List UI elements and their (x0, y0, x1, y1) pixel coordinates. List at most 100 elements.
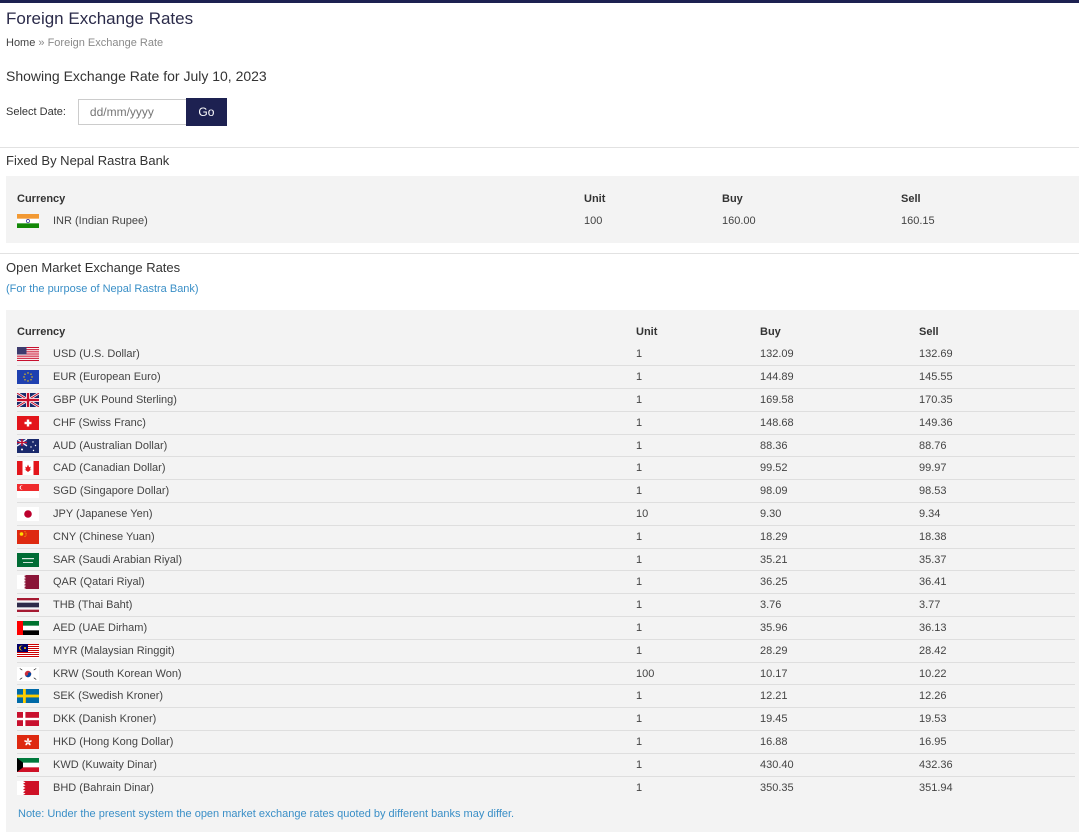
go-button[interactable]: Go (185, 98, 227, 126)
sell-rate-cell: 18.38 (919, 530, 947, 543)
currency-name: KRW (South Korean Won) (53, 667, 182, 680)
currency-name: SGD (Singapore Dollar) (53, 485, 170, 498)
sell-rate-cell: 99.97 (919, 462, 947, 475)
table-row: CAD (Canadian Dollar) 1 99.52 99.97 (17, 457, 1075, 480)
sell-rate-cell: 3.77 (919, 599, 941, 612)
buy-rate-cell: 12.21 (760, 690, 788, 703)
unit-cell: 1 (636, 485, 643, 498)
column-header-sell: Sell (901, 193, 921, 205)
currency-name: BHD (Bahrain Dinar) (53, 781, 154, 794)
breadcrumb-home-link[interactable]: Home (6, 37, 35, 49)
currency-name: USD (U.S. Dollar) (53, 348, 140, 361)
currency-name: AED (UAE Dirham) (53, 621, 148, 634)
currency-name: GBP (UK Pound Sterling) (53, 393, 177, 406)
currency-name: SAR (Saudi Arabian Riyal) (53, 553, 183, 566)
column-header-sell: Sell (919, 326, 939, 338)
table-row: EUR (European Euro) 1 144.89 145.55 (17, 366, 1075, 389)
dk-flag-icon (17, 712, 39, 727)
sa-flag-icon (17, 552, 39, 567)
unit-cell: 1 (636, 644, 643, 657)
buy-rate-cell: 3.76 (760, 599, 782, 612)
sell-rate-cell: 12.26 (919, 690, 947, 703)
table-row: BHD (Bahrain Dinar) 1 350.35 351.94 (17, 776, 1075, 799)
fixed-section-title: Fixed By Nepal Rastra Bank (6, 153, 170, 168)
table-row: HKD (Hong Kong Dollar) 1 16.88 16.95 (17, 731, 1075, 754)
column-header-unit: Unit (636, 326, 658, 338)
unit-cell: 1 (636, 621, 643, 634)
table-row: GBP (UK Pound Sterling) 1 169.58 170.35 (17, 389, 1075, 412)
buy-rate-cell: 430.40 (760, 758, 794, 771)
date-input[interactable] (77, 99, 186, 125)
buy-rate-cell: 19.45 (760, 713, 788, 726)
sell-rate-cell: 98.53 (919, 485, 947, 498)
table-row: QAR (Qatari Riyal) 1 36.25 36.41 (17, 571, 1075, 594)
open-market-subtitle: (For the purpose of Nepal Rastra Bank) (6, 283, 199, 295)
cn-flag-icon (17, 529, 39, 544)
jp-flag-icon (17, 506, 39, 521)
table-row: THB (Thai Baht) 1 3.76 3.77 (17, 594, 1075, 617)
table-row: USD (U.S. Dollar) 1 132.09 132.69 (17, 343, 1075, 366)
unit-cell: 1 (636, 735, 643, 748)
table-row: AED (UAE Dirham) 1 35.96 36.13 (17, 617, 1075, 640)
buy-rate-cell: 160.00 (722, 215, 756, 227)
au-flag-icon (17, 438, 39, 453)
th-flag-icon (17, 598, 39, 613)
buy-rate-cell: 144.89 (760, 371, 794, 384)
currency-name: MYR (Malaysian Ringgit) (53, 644, 175, 657)
currency-name: JPY (Japanese Yen) (53, 507, 153, 520)
buy-rate-cell: 16.88 (760, 735, 788, 748)
divider (0, 147, 1079, 148)
unit-cell: 1 (636, 553, 643, 566)
unit-cell: 1 (636, 781, 643, 794)
sell-rate-cell: 145.55 (919, 371, 953, 384)
column-header-currency: Currency (17, 326, 66, 338)
column-header-unit: Unit (584, 193, 606, 205)
qa-flag-icon (17, 575, 39, 590)
column-header-buy: Buy (722, 193, 743, 205)
buy-rate-cell: 9.30 (760, 507, 782, 520)
unit-cell: 1 (636, 439, 643, 452)
sell-rate-cell: 16.95 (919, 735, 947, 748)
currency-name: CNY (Chinese Yuan) (53, 530, 155, 543)
table-row: CNY (Chinese Yuan) 1 18.29 18.38 (17, 525, 1075, 549)
unit-cell: 10 (636, 507, 649, 520)
page-title: Foreign Exchange Rates (6, 9, 194, 28)
unit-cell: 1 (636, 462, 643, 475)
sell-rate-cell: 9.34 (919, 507, 941, 520)
buy-rate-cell: 36.25 (760, 576, 788, 589)
unit-cell: 1 (636, 713, 643, 726)
showing-date-text: Showing Exchange Rate for July 10, 2023 (6, 68, 267, 84)
unit-cell: 1 (636, 690, 643, 703)
breadcrumb: Home » Foreign Exchange Rate (6, 37, 163, 49)
currency-name: INR (Indian Rupee) (53, 215, 148, 227)
buy-rate-cell: 35.21 (760, 553, 788, 566)
currency-name: QAR (Qatari Riyal) (53, 576, 145, 589)
currency-name: AUD (Australian Dollar) (53, 439, 168, 452)
sell-rate-cell: 28.42 (919, 644, 947, 657)
sell-rate-cell: 36.13 (919, 621, 947, 634)
unit-cell: 1 (636, 416, 643, 429)
disclaimer-note: Note: Under the present system the open … (18, 808, 515, 820)
buy-rate-cell: 169.58 (760, 393, 794, 406)
sell-rate-cell: 432.36 (919, 758, 953, 771)
sell-rate-cell: 160.15 (901, 215, 935, 227)
top-accent-bar (0, 0, 1079, 3)
table-row: MYR (Malaysian Ringgit) 1 28.29 28.42 (17, 639, 1075, 663)
sell-rate-cell: 36.41 (919, 576, 947, 589)
unit-cell: 1 (636, 530, 643, 543)
open-market-section-title: Open Market Exchange Rates (6, 260, 181, 275)
table-row: AUD (Australian Dollar) 1 88.36 88.76 (17, 434, 1075, 457)
gb-flag-icon (17, 392, 39, 407)
unit-cell: 1 (636, 758, 643, 771)
table-row: CHF (Swiss Franc) 1 148.68 149.36 (17, 411, 1075, 435)
table-row: KRW (South Korean Won) 100 10.17 10.22 (17, 662, 1075, 685)
currency-name: KWD (Kuwaity Dinar) (53, 758, 157, 771)
currency-name: EUR (European Euro) (53, 371, 161, 384)
select-date-label: Select Date: (6, 106, 66, 118)
table-row: SGD (Singapore Dollar) 1 98.09 98.53 (17, 480, 1075, 503)
currency-name: CHF (Swiss Franc) (53, 416, 146, 429)
sell-rate-cell: 88.76 (919, 439, 947, 452)
buy-rate-cell: 98.09 (760, 485, 788, 498)
ca-flag-icon (17, 461, 39, 476)
sell-rate-cell: 351.94 (919, 781, 953, 794)
